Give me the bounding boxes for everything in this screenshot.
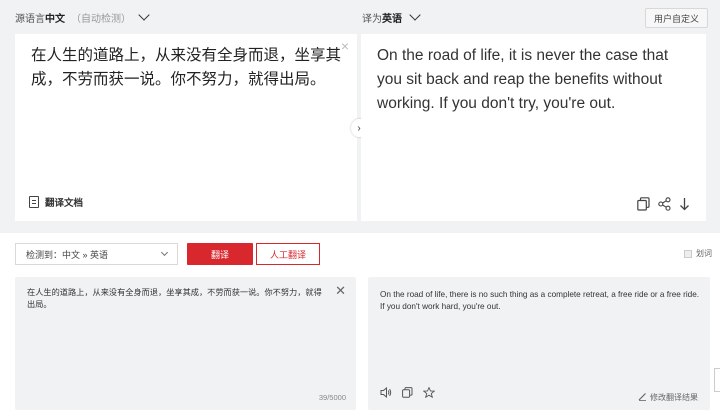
chevron-down-icon	[160, 248, 169, 257]
translation-result: On the road of life, there is no such th…	[380, 290, 700, 311]
download-icon[interactable]	[679, 197, 690, 211]
source-input-pane[interactable]: 在人生的道路上，从来没有全身而退，坐享其成，不劳而获一说。你不努力，就得出局。 …	[15, 277, 356, 410]
secondary-toolbar: 检测到：中文 » 英语 翻译 人工翻译 划词	[15, 243, 720, 265]
auto-detect-label: （自动检测）	[71, 13, 131, 25]
copy-icon[interactable]	[637, 197, 650, 211]
document-icon	[29, 196, 39, 208]
source-language: 中文	[45, 13, 65, 25]
target-language-selector[interactable]: 译为 英语	[362, 0, 421, 34]
detected-language-select[interactable]: 检测到：中文 » 英语	[15, 243, 178, 265]
translate-document-label: 翻译文档	[45, 198, 84, 209]
target-text-card: On the road of life, it is never the cas…	[361, 34, 706, 221]
detected-language-text: 检测到：中文 » 英语	[26, 249, 109, 260]
human-translation-button[interactable]: 人工翻译	[256, 243, 320, 265]
speaker-icon[interactable]	[380, 385, 392, 403]
copy-icon[interactable]	[402, 385, 413, 403]
translation-output-pane: On the road of life, there is no such th…	[368, 277, 710, 410]
custom-dictionary-button[interactable]: 用户自定义	[644, 8, 708, 28]
side-feedback-tab[interactable]	[714, 368, 720, 392]
word-select-label: 划词	[696, 249, 712, 258]
edit-translation-label: 修改翻译结果	[650, 393, 698, 402]
pencil-icon	[638, 392, 647, 403]
source-text-input[interactable]: 在人生的道路上，从来没有全身而退，坐享其成，不劳而获一说。你不努力，就得出局。	[31, 44, 349, 92]
chevron-down-icon	[138, 9, 150, 21]
word-select-toggle[interactable]: 划词	[684, 248, 712, 259]
target-label: 译为	[362, 13, 382, 25]
target-language: 英语	[382, 13, 402, 25]
close-icon[interactable]: ✕	[335, 283, 346, 299]
star-icon[interactable]	[422, 385, 436, 403]
source-textarea[interactable]: 在人生的道路上，从来没有全身而退，坐享其成，不劳而获一说。你不努力，就得出局。	[27, 287, 327, 311]
source-language-selector[interactable]: 源语言 中文 （自动检测）	[15, 0, 150, 34]
share-icon[interactable]	[658, 197, 671, 211]
output-actions	[637, 197, 690, 211]
translation-output: On the road of life, it is never the cas…	[377, 47, 669, 112]
source-text-card[interactable]: 在人生的道路上，从来没有全身而退，坐享其成，不劳而获一说。你不努力，就得出局。 …	[15, 34, 357, 221]
character-counter: 39/5000	[318, 393, 346, 402]
chevron-down-icon	[409, 9, 421, 21]
source-label: 源语言	[15, 13, 45, 25]
translator-panel: 源语言 中文 （自动检测） 译为 英语 用户自定义 在人生的道路上，从来没有全身…	[0, 0, 720, 233]
edit-translation-link[interactable]: 修改翻译结果	[638, 392, 698, 403]
close-icon[interactable]: ×	[341, 38, 349, 54]
translate-button[interactable]: 翻译	[187, 243, 253, 265]
checkbox[interactable]	[684, 249, 692, 258]
translate-document-button[interactable]: 翻译文档	[29, 195, 83, 209]
result-actions	[380, 385, 436, 403]
